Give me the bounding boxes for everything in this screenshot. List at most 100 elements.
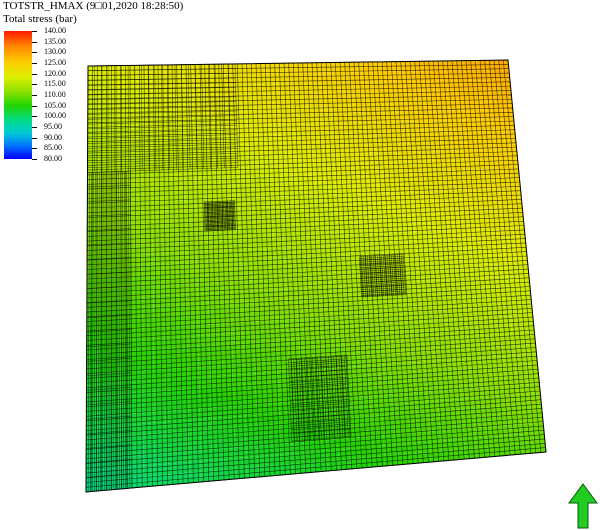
grid-cell: [324, 408, 337, 420]
grid-cell: [356, 163, 368, 174]
grid-cell: [224, 63, 236, 75]
grid-cell: [165, 379, 177, 391]
grid-cell: [87, 119, 99, 130]
grid-cell: [227, 167, 239, 179]
grid-cell: [417, 432, 430, 443]
grid-cell: [131, 465, 144, 478]
grid-cell: [86, 469, 98, 482]
grid-cell: [310, 113, 322, 125]
grid-cell: [176, 378, 188, 390]
grid-cell: [461, 268, 474, 280]
grid-cell: [140, 96, 152, 108]
grid-cell: [109, 256, 120, 268]
grid-cell: [508, 424, 522, 436]
grid-cell: [381, 404, 394, 416]
grid-cell: [189, 461, 201, 473]
grid-cell: [152, 212, 164, 223]
grid-cell: [142, 380, 155, 393]
grid-cell: [318, 276, 330, 288]
grid-cell: [314, 195, 326, 206]
grid-cell: [86, 299, 98, 311]
grid-cell: [269, 155, 281, 167]
grid-cell: [485, 158, 497, 169]
grid-cell: [477, 70, 489, 81]
grid-cell: [514, 354, 527, 366]
grid-cell: [241, 291, 253, 302]
grid-cell: [193, 74, 204, 86]
grid-cell: [86, 342, 98, 354]
grid-cell: [316, 235, 328, 247]
grid-cell: [154, 453, 167, 465]
grid-cell: [478, 80, 490, 90]
grid-cell: [153, 296, 165, 308]
grid-cell: [418, 442, 431, 453]
grid-cell: [142, 296, 154, 308]
grid-cell: [337, 438, 350, 450]
grid-cell: [98, 118, 109, 130]
grid-cell: [119, 118, 131, 130]
grid-cell: [120, 340, 132, 352]
grid-cell: [200, 449, 212, 462]
grid-cell: [164, 295, 176, 307]
grid-cell: [438, 110, 450, 121]
grid-cell: [353, 122, 366, 134]
grid-cell: [197, 283, 209, 295]
grid-cell: [324, 164, 336, 175]
grid-cell: [120, 255, 131, 267]
grid-cell: [142, 370, 154, 382]
grid-cell: [151, 96, 162, 108]
grid-cell: [120, 456, 132, 468]
north-arrow-icon: [568, 483, 598, 529]
grid-cell: [98, 246, 109, 258]
grid-cell: [194, 158, 206, 169]
grid-cell: [279, 124, 291, 136]
grid-cell: [358, 193, 370, 204]
grid-cell: [230, 281, 242, 293]
grid-cell: [130, 202, 142, 214]
stress-grid-view[interactable]: [0, 0, 600, 530]
grid-cell: [368, 192, 381, 204]
grid-cell: [424, 361, 436, 372]
grid-cell: [351, 72, 363, 83]
grid-cell: [312, 154, 324, 165]
grid-cell: [233, 415, 246, 428]
grid-cell: [417, 271, 430, 282]
grid-cell: [421, 321, 434, 332]
grid-cell: [225, 84, 236, 96]
grid-cell: [446, 80, 458, 91]
grid-cell: [458, 229, 471, 240]
grid-cell: [175, 294, 187, 306]
grid-cell: [492, 237, 505, 248]
grid-cell: [98, 203, 109, 215]
grid-cell: [506, 394, 519, 406]
grid-cell: [491, 109, 503, 120]
grid-cell: [287, 329, 299, 341]
grid-cell: [414, 391, 427, 403]
grid-cell: [492, 119, 504, 130]
grid-cell: [109, 160, 120, 172]
grid-cell: [362, 82, 374, 93]
grid-cell: [140, 86, 152, 97]
grid-cell: [383, 434, 396, 446]
grid-cell: [198, 335, 210, 347]
grid-cell: [130, 212, 142, 224]
grid-cell: [353, 112, 365, 123]
grid-cell: [131, 371, 143, 383]
grid-cell: [373, 273, 386, 285]
grid-cell: [232, 364, 244, 376]
grid-cell: [495, 148, 507, 159]
grid-cell: [407, 121, 419, 132]
grid-cell: [87, 172, 99, 184]
grid-cell: [412, 351, 424, 363]
grid-cell: [239, 208, 251, 220]
grid-cell: [376, 313, 388, 325]
grid-cell: [184, 168, 196, 180]
grid-cell: [360, 243, 373, 255]
grid-cell: [327, 235, 339, 246]
grid-cell: [86, 416, 98, 429]
grid-cell: [282, 196, 294, 207]
grid-cell: [109, 414, 121, 427]
grid-cell: [109, 213, 120, 225]
grid-cell: [142, 328, 154, 340]
grid-cell: [152, 254, 164, 265]
